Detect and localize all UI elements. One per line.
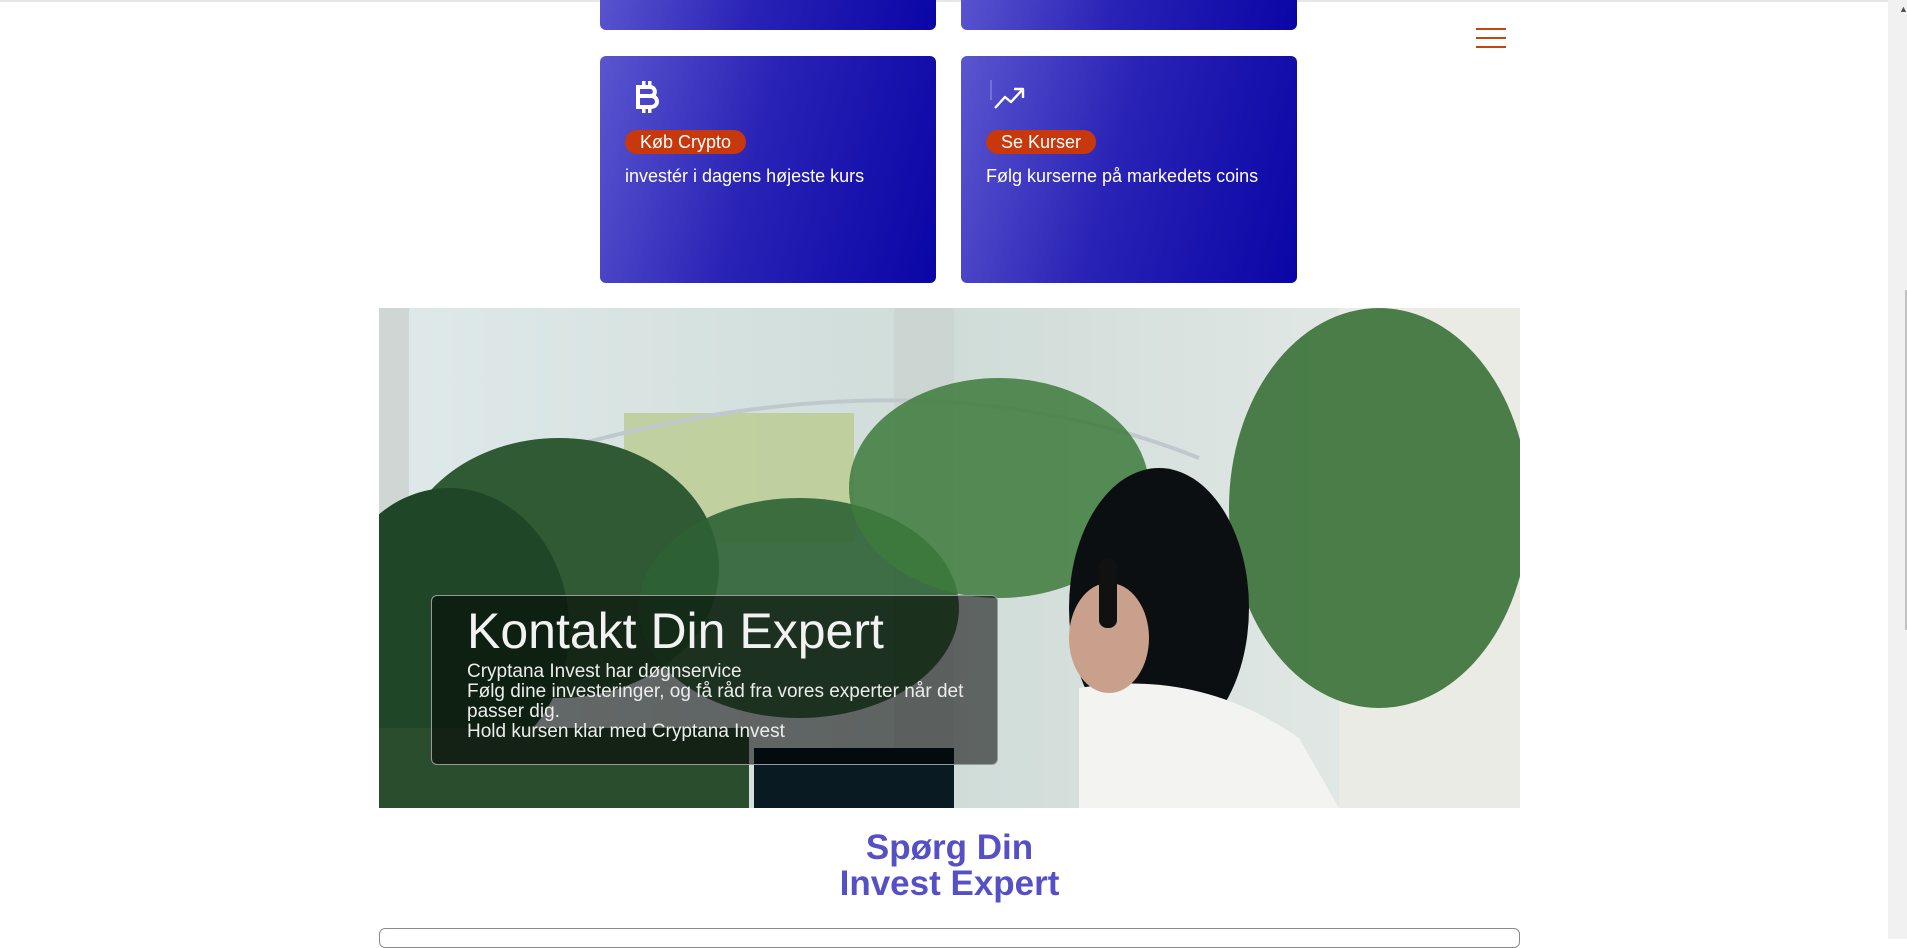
- bitcoin-icon: [636, 81, 659, 113]
- ask-expert-heading: Spørg Din Invest Expert: [379, 830, 1520, 902]
- hero-line-1: Cryptana Invest har døgnservice: [467, 661, 742, 682]
- hero-text: Cryptana Invest har døgnservice Følg din…: [467, 662, 977, 742]
- buy-crypto-badge[interactable]: Køb Crypto: [625, 130, 747, 154]
- hero-title: Kontakt Din Expert: [467, 603, 884, 659]
- hero-line-3: Hold kursen klar med Cryptana Invest: [467, 721, 785, 742]
- top-divider: [0, 0, 1888, 2]
- card-see-courses[interactable]: Se Kurser Følg kurserne på markedets coi…: [961, 56, 1297, 283]
- contact-form-box: [379, 928, 1520, 948]
- ask-expert-line-1: Spørg Din: [865, 828, 1034, 867]
- card-partial-left[interactable]: [600, 0, 936, 30]
- see-courses-badge[interactable]: Se Kurser: [986, 130, 1097, 154]
- card-partial-right[interactable]: [961, 0, 1297, 30]
- see-courses-description: Følg kurserne på markedets coins: [986, 166, 1259, 186]
- buy-crypto-description: investér i dagens højeste kurs: [625, 166, 865, 186]
- scroll-up-arrow-icon[interactable]: ▲: [1899, 4, 1907, 14]
- contact-expert-panel: Kontakt Din Expert Cryptana Invest har d…: [431, 595, 998, 765]
- hamburger-menu-icon[interactable]: [1476, 26, 1506, 50]
- ask-expert-line-2: Invest Expert: [839, 864, 1060, 903]
- hero-banner: Kontakt Din Expert Cryptana Invest har d…: [379, 308, 1520, 808]
- hero-line-2: Følg dine investeringer, og få råd fra v…: [467, 681, 964, 722]
- card-buy-crypto[interactable]: Køb Crypto investér i dagens højeste kur…: [600, 56, 936, 283]
- trending-up-icon: [990, 80, 1025, 109]
